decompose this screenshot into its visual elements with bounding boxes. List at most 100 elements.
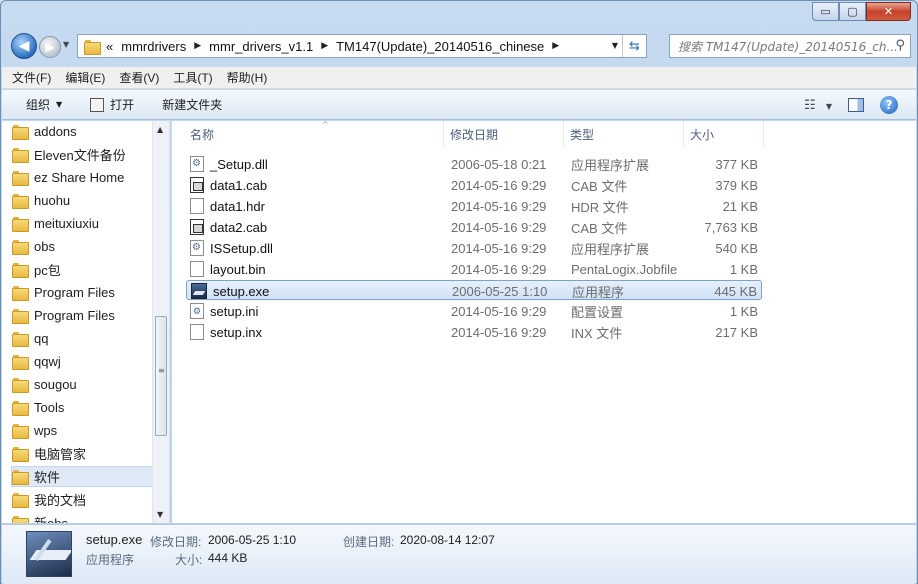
folder-icon — [12, 148, 29, 163]
sidebar-item[interactable]: Program Files — [12, 305, 154, 326]
address-dropdown-icon[interactable]: ▼ — [612, 41, 618, 50]
forward-arrow-icon[interactable]: ▶ — [39, 36, 61, 58]
scrollbar-thumb[interactable]: ≡ — [155, 316, 167, 436]
file-size: 1 KB — [729, 261, 758, 277]
details-size-label: 大小: — [175, 553, 203, 567]
sidebar-scrollbar[interactable]: ▲ ≡ ▼ — [152, 121, 169, 523]
column-header-row: 名称 ^ 修改日期 类型 大小 — [172, 120, 916, 147]
file-date: 2006-05-25 1:10 — [452, 283, 548, 299]
column-header-type[interactable]: 类型 — [564, 121, 684, 147]
search-input[interactable]: 搜索 TM147(Update)_20140516_ch... ⚲ — [669, 34, 911, 58]
address-bar[interactable]: « mmrdrivers ▶ mmr_drivers_v1.1 ▶ TM147(… — [77, 34, 647, 58]
ini-file-icon — [190, 303, 204, 319]
folder-icon — [12, 447, 29, 462]
sidebar-item[interactable]: 我的文档 — [12, 489, 154, 510]
menu-file[interactable]: 文件(F) — [12, 69, 51, 86]
sidebar-item-selected[interactable]: 软件 — [11, 466, 153, 487]
file-size: 377 KB — [715, 156, 758, 172]
sidebar-item-label: 电脑管家 — [34, 447, 87, 462]
file-row[interactable]: setup.inx 2014-05-16 9:29 INX 文件 217 KB — [186, 322, 762, 342]
back-arrow-icon[interactable]: ◀ — [11, 33, 37, 59]
search-icon[interactable]: ⚲ — [895, 38, 905, 53]
folder-icon — [12, 470, 29, 485]
column-header-size[interactable]: 大小 — [684, 121, 764, 147]
folder-icon — [12, 125, 29, 140]
breadcrumb-item[interactable]: mmr_drivers_v1.1 — [209, 39, 313, 54]
file-row[interactable]: data2.cab 2014-05-16 9:29 CAB 文件 7,763 K… — [186, 217, 762, 237]
folder-icon — [12, 171, 29, 186]
scroll-up-icon[interactable]: ▲ — [157, 125, 163, 134]
command-bar: 组织 ▼ 打开 新建文件夹 ☷ ▼ ? — [2, 90, 916, 120]
organize-button[interactable]: 组织 ▼ — [26, 96, 62, 113]
help-icon[interactable]: ? — [880, 96, 898, 114]
breadcrumb-item[interactable]: mmrdrivers — [121, 39, 186, 54]
file-name-cell: setup.inx — [190, 322, 262, 342]
file-row[interactable]: data1.cab 2014-05-16 9:29 CAB 文件 379 KB — [186, 175, 762, 195]
navigation-pane: addons Eleven文件备份 ez Share Home huohu me… — [2, 121, 170, 523]
file-row[interactable]: ISSetup.dll 2014-05-16 9:29 应用程序扩展 540 K… — [186, 238, 762, 258]
close-button[interactable]: ✕ — [866, 2, 911, 21]
file-row-selected[interactable]: setup.exe 2006-05-25 1:10 应用程序 445 KB — [186, 280, 762, 300]
maximize-button[interactable]: ▢ — [839, 2, 866, 21]
file-row[interactable]: data1.hdr 2014-05-16 9:29 HDR 文件 21 KB — [186, 196, 762, 216]
file-size: 445 KB — [714, 283, 757, 299]
view-options-icon[interactable]: ☷ ▼ — [804, 98, 832, 113]
refresh-icon[interactable]: ⇆ — [622, 35, 646, 57]
sidebar-item[interactable]: 新obs — [12, 512, 154, 523]
new-folder-label: 新建文件夹 — [162, 98, 223, 112]
preview-pane-icon[interactable] — [848, 98, 864, 112]
sidebar-item[interactable]: wps — [12, 420, 154, 441]
column-header-name[interactable]: 名称 ^ — [184, 120, 444, 147]
breadcrumb-separator-icon[interactable]: ▶ — [552, 41, 559, 51]
folder-icon — [12, 286, 29, 301]
menu-edit[interactable]: 编辑(E) — [65, 69, 105, 86]
breadcrumb-separator-icon[interactable]: ▶ — [321, 41, 328, 51]
sidebar-item[interactable]: sougou — [12, 374, 154, 395]
open-button[interactable]: 打开 — [90, 96, 134, 113]
sidebar-item[interactable]: meituxiuxiu — [12, 213, 154, 234]
breadcrumb-separator-icon[interactable]: ▶ — [194, 41, 201, 51]
sidebar-item[interactable]: addons — [12, 121, 154, 142]
file-name: data2.cab — [210, 219, 268, 235]
sidebar-item-label: sougou — [34, 377, 77, 392]
file-date: 2006-05-18 0:21 — [451, 156, 547, 172]
blank-file-icon — [190, 261, 204, 277]
breadcrumb-overflow[interactable]: « — [106, 39, 113, 54]
navigation-row: ◀ ▶ ▼ « mmrdrivers ▶ mmr_drivers_v1.1 ▶ … — [9, 32, 911, 60]
sidebar-item[interactable]: Tools — [12, 397, 154, 418]
details-created-value: 2020-08-14 12:07 — [400, 533, 495, 547]
menu-tools[interactable]: 工具(T) — [173, 69, 212, 86]
folder-icon — [12, 240, 29, 255]
breadcrumb-item[interactable]: TM147(Update)_20140516_chinese — [336, 39, 544, 54]
minimize-button[interactable]: ▭ — [812, 2, 839, 21]
sidebar-item[interactable]: Eleven文件备份 — [12, 144, 154, 165]
sidebar-item[interactable]: qqwj — [12, 351, 154, 372]
column-header-date[interactable]: 修改日期 — [444, 121, 564, 147]
sidebar-item[interactable]: 电脑管家 — [12, 443, 154, 464]
recent-pages-dropdown-icon[interactable]: ▼ — [63, 40, 69, 49]
folder-icon — [12, 263, 29, 278]
sidebar-item[interactable]: qq — [12, 328, 154, 349]
open-icon — [90, 97, 105, 112]
menu-help[interactable]: 帮助(H) — [227, 69, 268, 86]
details-file-name: setup.exe — [86, 532, 143, 547]
sidebar-item-label: huohu — [34, 193, 71, 208]
open-label: 打开 — [110, 98, 135, 112]
file-row[interactable]: setup.ini 2014-05-16 9:29 配置设置 1 KB — [186, 301, 762, 321]
sidebar-item[interactable]: pc包 — [12, 259, 154, 280]
folder-icon — [12, 424, 29, 439]
sidebar-item[interactable]: ez Share Home — [12, 167, 154, 188]
file-row[interactable]: _Setup.dll 2006-05-18 0:21 应用程序扩展 377 KB — [186, 154, 762, 174]
file-row[interactable]: layout.bin 2014-05-16 9:29 PentaLogix.Jo… — [186, 259, 762, 279]
sidebar-item[interactable]: huohu — [12, 190, 154, 211]
sidebar-item[interactable]: Program Files — [12, 282, 154, 303]
new-folder-button[interactable]: 新建文件夹 — [162, 96, 222, 113]
menu-view[interactable]: 查看(V) — [119, 69, 159, 86]
file-size: 540 KB — [715, 240, 758, 256]
folder-icon — [12, 516, 29, 523]
sidebar-item[interactable]: obs — [12, 236, 154, 257]
cab-file-icon — [190, 177, 204, 193]
folder-icon — [12, 309, 29, 324]
file-size: 379 KB — [715, 177, 758, 193]
scroll-down-icon[interactable]: ▼ — [157, 510, 163, 519]
